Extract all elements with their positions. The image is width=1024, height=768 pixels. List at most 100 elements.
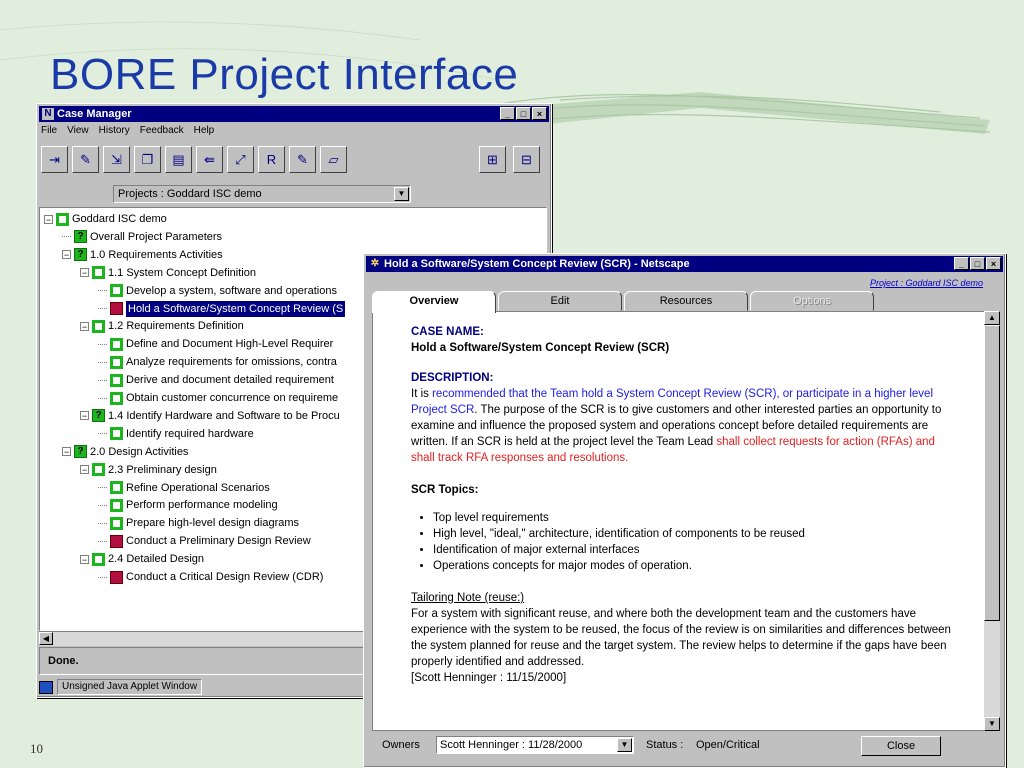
owners-value: Scott Henninger : 11/28/2000	[440, 739, 583, 751]
hierarchy-tool[interactable]: ⊟	[513, 146, 540, 173]
duplicate-tool[interactable]: ▤	[165, 146, 192, 173]
list-item: Operations concepts for major modes of o…	[433, 558, 951, 574]
tree-connector	[98, 290, 107, 292]
import-tool[interactable]: ⇲	[103, 146, 130, 173]
chevron-down-icon[interactable]: ▼	[617, 738, 632, 752]
close-button[interactable]: ×	[986, 257, 1001, 270]
tree-item-label: 2.3 Preliminary design	[108, 463, 217, 476]
case-manager-titlebar[interactable]: N Case Manager _ □ ×	[39, 106, 549, 122]
tree-item-label: Identify required hardware	[126, 427, 254, 440]
critical-case-icon	[110, 570, 123, 584]
tree-item[interactable]: Hold a Software/System Concept Review (S	[98, 300, 346, 317]
tailoring-heading: Tailoring Note (reuse:)	[411, 592, 525, 604]
tab-edit[interactable]: Edit	[498, 291, 622, 311]
minimize-button[interactable]: _	[954, 257, 969, 270]
edit-case-tool[interactable]: ✎	[72, 146, 99, 173]
case-footer: Owners Scott Henninger : 11/28/2000 ▼ St…	[372, 734, 992, 758]
tree-expander-icon[interactable]: −	[80, 465, 89, 475]
tree-item[interactable]: Perform performance modeling	[98, 497, 278, 513]
question-case-icon: ?	[74, 230, 87, 244]
project-select[interactable]: Projects : Goddard ISC demo ▼	[113, 185, 411, 203]
tree-item[interactable]: Derive and document detailed requirement	[98, 372, 334, 388]
case-name-heading: CASE NAME:	[411, 326, 484, 338]
scroll-down-arrow[interactable]: ▼	[984, 717, 1000, 731]
tree-item[interactable]: Analyze requirements for omissions, cont…	[98, 354, 337, 370]
tree-item[interactable]: −? 2.0 Design Activities	[62, 444, 188, 460]
tree-expander-icon[interactable]: −	[44, 214, 53, 224]
tree-expander-icon[interactable]: −	[80, 321, 89, 331]
tree-item[interactable]: −? 1.0 Requirements Activities	[62, 247, 223, 263]
scroll-left-arrow[interactable]: ◀	[39, 632, 53, 645]
case-icon	[110, 337, 123, 351]
tree-item[interactable]: − 1.2 Requirements Definition	[80, 318, 244, 334]
tree-item[interactable]: −? 1.4 Identify Hardware and Software to …	[80, 408, 340, 424]
open-folder-tool[interactable]: ▱	[320, 146, 347, 173]
tab-overview[interactable]: Overview	[372, 291, 496, 313]
tree-item[interactable]: Identify required hardware	[98, 426, 254, 442]
tree-connector	[98, 379, 107, 381]
move-tool[interactable]: ⇚	[196, 146, 223, 173]
menu-feedback[interactable]: Feedback	[140, 125, 184, 136]
case-icon	[110, 373, 123, 387]
tree-item[interactable]: Refine Operational Scenarios	[98, 480, 270, 496]
tree-connector	[98, 540, 107, 542]
tree-item[interactable]: − Goddard ISC demo	[44, 211, 167, 227]
netscape-n-icon: N	[42, 108, 54, 120]
chevron-down-icon[interactable]: ▼	[394, 187, 409, 201]
project-link[interactable]: Project : Goddard ISC demo	[870, 278, 983, 288]
tab-resources[interactable]: Resources	[624, 291, 748, 311]
slide-title: BORE Project Interface	[50, 50, 519, 99]
scroll-thumb[interactable]	[984, 325, 1000, 621]
tree-item[interactable]: − 2.3 Preliminary design	[80, 462, 217, 478]
tree-expander-icon[interactable]: −	[62, 447, 71, 457]
new-case-tool[interactable]: ⇥	[41, 146, 68, 173]
copy-tool[interactable]: ❐	[134, 146, 161, 173]
rules-tool[interactable]: R	[258, 146, 285, 173]
tree-expander-icon[interactable]: −	[80, 554, 89, 564]
scroll-up-arrow[interactable]: ▲	[984, 311, 1000, 325]
applet-warning-text: Unsigned Java Applet Window	[57, 679, 203, 695]
tree-expander-icon[interactable]: −	[80, 268, 89, 278]
menu-view[interactable]: View	[67, 125, 89, 136]
close-dialog-button[interactable]: Close	[861, 736, 941, 756]
vertical-scrollbar[interactable]: ▲ ▼	[984, 311, 1000, 731]
tab-strip: Overview Edit Resources Options	[372, 291, 972, 313]
annotate-tool[interactable]: ✎	[289, 146, 316, 173]
netscape-titlebar[interactable]: ✲ Hold a Software/System Concept Review …	[366, 256, 1003, 272]
owners-select[interactable]: Scott Henninger : 11/28/2000 ▼	[436, 736, 634, 754]
tree-connector	[98, 308, 107, 309]
tree-item[interactable]: Prepare high-level design diagrams	[98, 515, 299, 531]
menu-file[interactable]: File	[41, 125, 57, 136]
maximize-button[interactable]: □	[516, 107, 531, 120]
tree-expander-icon[interactable]: −	[80, 411, 89, 421]
question-case-icon: ?	[92, 409, 105, 423]
tree-item[interactable]: − 1.1 System Concept Definition	[80, 265, 256, 281]
close-button[interactable]: ×	[532, 107, 547, 120]
case-icon	[92, 552, 105, 566]
maximize-button[interactable]: □	[970, 257, 985, 270]
tree-item-label: 1.1 System Concept Definition	[108, 266, 256, 279]
menu-bar: File View History Feedback Help	[41, 125, 214, 136]
topics-heading: SCR Topics:	[411, 484, 479, 496]
tree-item[interactable]: Conduct a Critical Design Review (CDR)	[98, 569, 323, 585]
tree-item-label: 2.4 Detailed Design	[108, 553, 205, 566]
tree-item[interactable]: Define and Document High-Level Requirer	[98, 336, 333, 352]
tree-item[interactable]: − 2.4 Detailed Design	[80, 551, 204, 567]
tree-item[interactable]: Develop a system, software and operation…	[98, 283, 337, 299]
tree-expander-icon[interactable]: −	[62, 250, 71, 260]
minimize-button[interactable]: _	[500, 107, 515, 120]
status-label: Status :	[646, 739, 684, 751]
link-tool[interactable]: ⤢	[227, 146, 254, 173]
tree-item[interactable]: ? Overall Project Parameters	[62, 229, 222, 245]
case-icon	[110, 427, 123, 441]
tree-item-label: Define and Document High-Level Requirer	[126, 338, 334, 351]
tree-item-label: Goddard ISC demo	[72, 213, 167, 225]
tree-connector	[98, 522, 107, 524]
toolbar: ⇥ ✎ ⇲ ❐ ▤ ⇚ ⤢ R ✎ ▱	[41, 146, 347, 173]
tree-connector	[98, 504, 107, 506]
tree-view-tool[interactable]: ⊞	[479, 146, 506, 173]
menu-help[interactable]: Help	[194, 125, 215, 136]
tree-item[interactable]: Conduct a Preliminary Design Review	[98, 533, 311, 549]
tree-item[interactable]: Obtain customer concurrence on requireme	[98, 390, 338, 406]
menu-history[interactable]: History	[99, 125, 130, 136]
